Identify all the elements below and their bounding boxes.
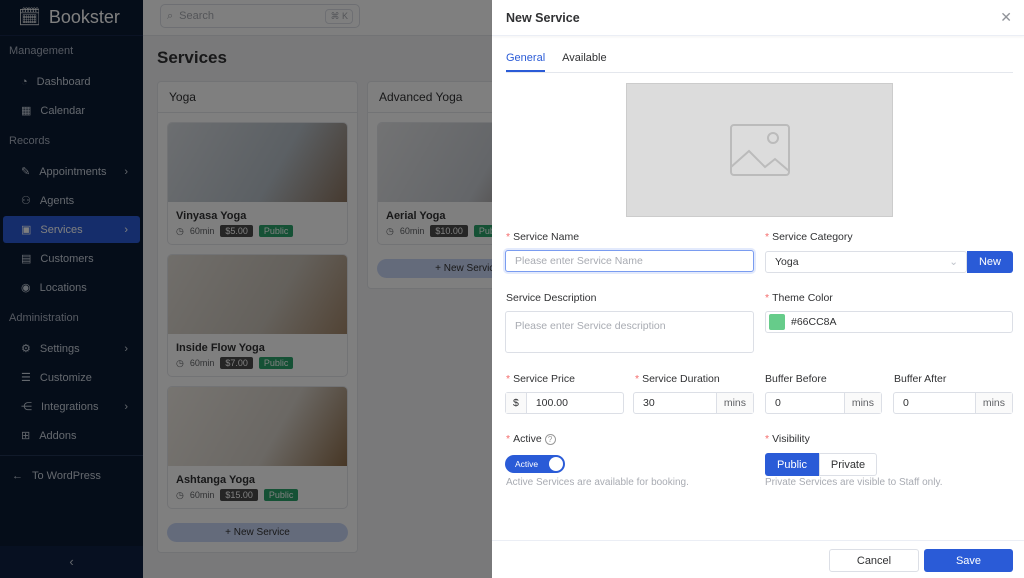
price-input[interactable]: $100.00 xyxy=(505,392,624,414)
save-button[interactable]: Save xyxy=(924,549,1013,572)
theme-color-picker[interactable]: #66CC8A xyxy=(765,311,1013,333)
color-swatch xyxy=(769,314,785,330)
theme-color-label: * Theme Color xyxy=(765,292,833,304)
buffer-after-label: Buffer After xyxy=(894,373,947,385)
cancel-button[interactable]: Cancel xyxy=(829,549,919,572)
tabs: General Available xyxy=(506,50,1013,73)
active-label: * Active ? xyxy=(506,433,556,445)
service-category-select[interactable]: Yoga ⌄ xyxy=(765,251,967,273)
duration-label: * Service Duration xyxy=(635,373,720,385)
drawer-title: New Service xyxy=(506,10,580,25)
drawer-footer xyxy=(492,540,1024,541)
visibility-public[interactable]: Public xyxy=(765,453,819,476)
help-icon[interactable]: ? xyxy=(544,434,556,445)
service-name-input[interactable]: Please enter Service Name xyxy=(505,250,754,272)
close-icon[interactable]: ✕ xyxy=(1000,9,1012,26)
buffer-before-input[interactable]: 0 mins xyxy=(765,392,882,414)
description-textarea[interactable]: Please enter Service description xyxy=(505,311,754,353)
active-toggle[interactable]: Active xyxy=(505,455,565,473)
image-upload[interactable] xyxy=(626,83,893,217)
buffer-after-input[interactable]: 0 mins xyxy=(893,392,1013,414)
tab-available[interactable]: Available xyxy=(562,50,606,72)
service-name-label: * Service Name xyxy=(506,231,580,243)
new-category-button[interactable]: New xyxy=(967,251,1013,273)
modal-backdrop[interactable] xyxy=(0,0,492,578)
service-category-label: * Service Category xyxy=(765,231,853,243)
buffer-before-label: Buffer Before xyxy=(765,373,827,385)
description-label: Service Description xyxy=(506,292,597,304)
visibility-help-text: Private Services are visible to Staff on… xyxy=(765,477,943,488)
active-help-text: Active Services are available for bookin… xyxy=(506,477,689,488)
image-placeholder-icon xyxy=(729,124,790,176)
tab-general[interactable]: General xyxy=(506,50,546,72)
duration-input[interactable]: 30 mins xyxy=(633,392,754,414)
new-service-drawer: New Service ✕ General Available * Service … xyxy=(492,0,1024,578)
visibility-label: * Visibility xyxy=(765,433,810,445)
chevron-down-icon: ⌄ xyxy=(949,256,958,268)
visibility-private[interactable]: Private xyxy=(819,453,877,476)
price-label: * Service Price xyxy=(506,373,575,385)
